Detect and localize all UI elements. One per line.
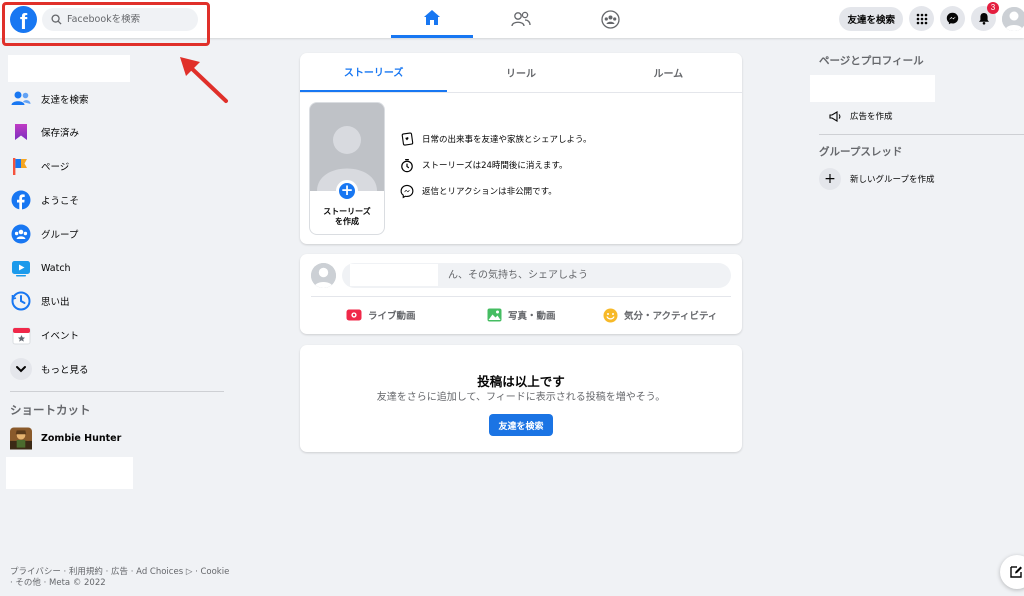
right-divider xyxy=(819,134,1024,135)
search-icon xyxy=(51,14,62,25)
sidebar-item-watch[interactable]: Watch xyxy=(10,255,71,281)
nav-tab-groups[interactable] xyxy=(569,0,651,38)
friends-icon xyxy=(10,88,32,110)
live-video-icon xyxy=(346,309,362,321)
find-friends-button[interactable]: 友達を検索 xyxy=(839,6,903,31)
default-avatar-icon xyxy=(1002,6,1024,31)
feed-find-friends-button[interactable]: 友達を検索 xyxy=(489,414,553,436)
sidebar-item-events[interactable]: イベント xyxy=(10,322,79,348)
groups-outline-icon xyxy=(600,9,620,29)
photo-icon xyxy=(487,308,502,322)
nav-tab-friends[interactable] xyxy=(480,0,562,38)
bell-icon xyxy=(978,13,989,25)
messenger-button[interactable] xyxy=(940,6,965,31)
flag-icon xyxy=(10,155,32,177)
facebook-icon xyxy=(10,189,32,211)
page-profile-redacted[interactable] xyxy=(810,75,935,102)
game-thumbnail-icon xyxy=(10,427,32,449)
tab-stories[interactable]: ストーリーズ xyxy=(300,53,448,92)
friends-outline-icon xyxy=(511,11,531,27)
home-icon xyxy=(424,10,440,25)
group-threads-title: グループスレッド xyxy=(819,146,903,158)
messenger-outline-icon xyxy=(400,184,414,198)
sidebar-item-label: 保存済み xyxy=(41,128,80,139)
timer-icon xyxy=(400,158,414,172)
tab-rooms[interactable]: ルーム xyxy=(595,53,742,92)
sidebar-item-label: 思い出 xyxy=(41,297,70,308)
tab-reels[interactable]: リール xyxy=(447,53,594,92)
live-video-button[interactable]: ライブ動画 xyxy=(346,304,416,326)
groups-icon xyxy=(10,223,32,245)
feeling-activity-button[interactable]: 気分・アクティビティ xyxy=(603,304,717,326)
sidebar-item-label: もっと見る xyxy=(41,365,89,376)
grid-menu-icon xyxy=(916,13,927,24)
pages-profiles-title: ページとプロフィール xyxy=(819,55,924,67)
new-message-button[interactable] xyxy=(1000,555,1024,589)
search-input[interactable] xyxy=(67,14,187,25)
default-avatar-icon xyxy=(311,263,336,288)
annotation-arrow-icon xyxy=(180,57,228,103)
story-feature-private: 返信とリアクションは非公開です。 xyxy=(400,184,557,198)
nav-tab-home[interactable] xyxy=(391,0,473,38)
watch-icon xyxy=(10,257,32,279)
sidebar-item-memories[interactable]: 思い出 xyxy=(10,288,70,314)
account-avatar[interactable] xyxy=(1002,6,1024,31)
sidebar-item-pages[interactable]: ページ xyxy=(10,153,69,179)
story-avatar-placeholder xyxy=(310,103,384,191)
sidebar-item-label: 友達を検索 xyxy=(41,95,89,106)
megaphone-icon xyxy=(829,110,842,122)
sidebar-item-label: Watch xyxy=(41,262,71,274)
shortcut-zombie-hunter[interactable]: Zombie Hunter xyxy=(10,425,121,451)
sidebar-item-welcome[interactable]: ようこそ xyxy=(10,187,79,213)
story-feature-timer: ストーリーズは24時間後に消えます。 xyxy=(400,158,568,172)
photo-video-button[interactable]: 写真・動画 xyxy=(487,304,556,326)
story-share-icon xyxy=(400,131,414,146)
facebook-logo-icon[interactable]: f xyxy=(10,6,37,33)
chevron-down-icon xyxy=(10,358,32,380)
feed-end-card: 投稿は以上です 友達をさらに追加して、フィードに表示される投稿を増やそう。 友達… xyxy=(300,345,742,452)
compose-edit-icon xyxy=(1010,566,1022,578)
smiley-icon xyxy=(603,308,618,323)
sidebar-divider xyxy=(10,391,224,392)
sidebar-item-see-more[interactable]: もっと見る xyxy=(10,356,89,382)
footer-links[interactable]: プライバシー · 利用規約 · 広告 · Ad Choices ▷ · Cook… xyxy=(10,567,232,589)
sidebar-item-label: ようこそ xyxy=(41,196,80,207)
stories-card: ストーリーズ リール ルーム + ストーリーズ を作成 日常の出来事を友達や家族… xyxy=(300,53,742,244)
create-ad-link[interactable]: 広告を作成 xyxy=(829,110,893,122)
notification-badge: 3 xyxy=(987,2,999,14)
plus-icon: + xyxy=(819,168,841,190)
topbar-right-actions: 友達を検索 3 xyxy=(839,2,1024,31)
search-box[interactable] xyxy=(42,8,198,31)
composer-divider xyxy=(311,296,731,297)
bookmark-icon xyxy=(10,121,32,143)
shortcuts-title: ショートカット xyxy=(10,403,91,417)
composer-name-redacted xyxy=(350,264,438,286)
feed-end-subtitle: 友達をさらに追加して、フィードに表示される投稿を増やそう。 xyxy=(376,392,666,403)
composer-avatar[interactable] xyxy=(311,263,336,288)
calendar-star-icon xyxy=(10,324,32,346)
menu-button[interactable] xyxy=(909,6,934,31)
see-more-button[interactable] xyxy=(10,358,32,380)
story-feature-share: 日常の出来事を友達や家族とシェアしよう。 xyxy=(400,131,592,146)
sidebar-item-label: グループ xyxy=(41,230,79,241)
memories-clock-icon xyxy=(10,290,32,312)
create-story-tile[interactable]: + ストーリーズ を作成 xyxy=(310,103,384,234)
sidebar-item-saved[interactable]: 保存済み xyxy=(10,119,79,145)
top-navigation-bar: f 友達を検索 3 xyxy=(0,0,1024,38)
sidebar-item-label: ページ xyxy=(41,162,70,173)
shortcut-redacted[interactable] xyxy=(6,457,133,489)
create-new-group-link[interactable]: + 新しいグループを作成 xyxy=(819,168,935,190)
post-composer-card: さん、その気持ち、シェアしよう ライブ動画 写真・動画 気分・アクティビティ xyxy=(300,254,742,334)
add-story-plus-icon: + xyxy=(336,180,358,202)
stories-tabs: ストーリーズ リール ルーム xyxy=(300,53,742,93)
notifications-button[interactable]: 3 xyxy=(971,2,999,31)
profile-name-redacted[interactable] xyxy=(8,55,130,82)
create-story-label: ストーリーズ を作成 xyxy=(323,207,371,226)
sidebar-item-find-friends[interactable]: 友達を検索 xyxy=(10,86,89,112)
sidebar-item-groups[interactable]: グループ xyxy=(10,221,78,247)
messenger-icon xyxy=(946,12,959,25)
sidebar-item-label: イベント xyxy=(41,331,80,342)
sidebar-item-label: Zombie Hunter xyxy=(41,432,122,444)
